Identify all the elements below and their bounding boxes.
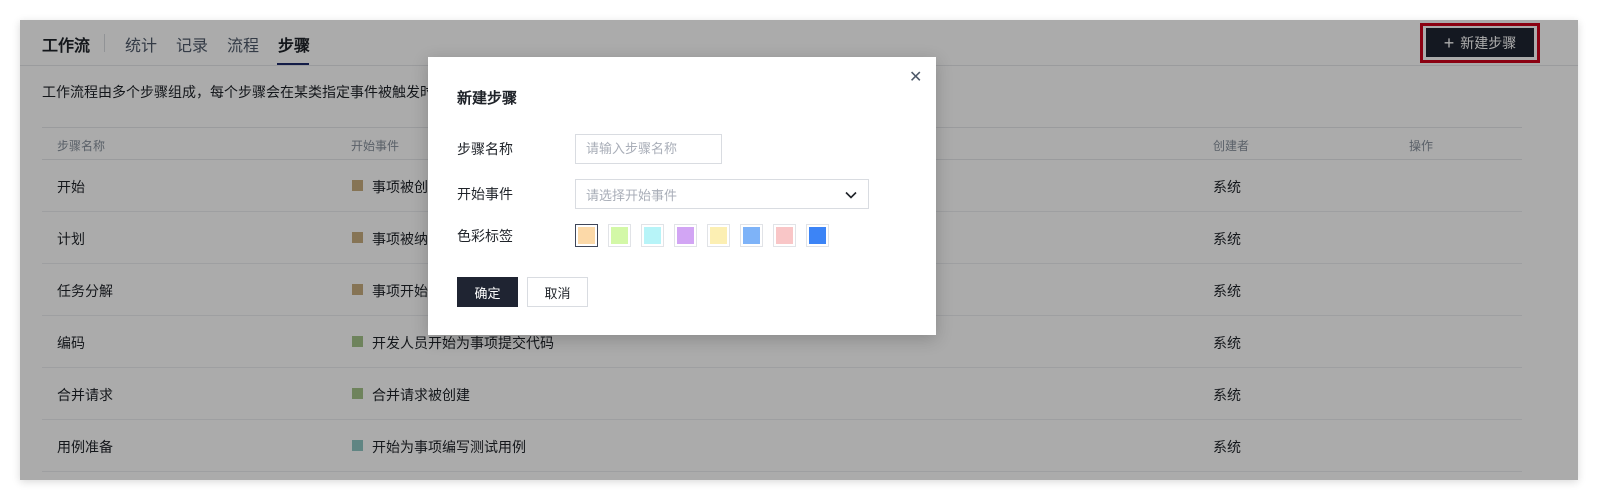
color-option[interactable]: [707, 224, 730, 247]
new-step-dialog: 新建步骤 ✕ 步骤名称 开始事件 请选择开始事件 色彩标签 确定 取消: [428, 57, 936, 335]
color-tag-label: 色彩标签: [457, 229, 513, 245]
cancel-button[interactable]: 取消: [527, 277, 588, 307]
color-option[interactable]: [641, 224, 664, 247]
close-icon[interactable]: ✕: [909, 67, 922, 86]
start-event-placeholder: 请选择开始事件: [586, 188, 678, 204]
start-event-select[interactable]: 请选择开始事件: [575, 179, 869, 209]
color-option[interactable]: [575, 224, 598, 247]
color-option[interactable]: [806, 224, 829, 247]
step-name-label: 步骤名称: [457, 142, 513, 158]
color-option[interactable]: [740, 224, 763, 247]
dialog-title: 新建步骤: [457, 89, 518, 107]
color-tag-picker: [575, 224, 829, 247]
workflow-page: 工作流 统计 记录 流程 步骤 + 新建步骤 工作流程由多个步骤组成，每个步骤会…: [20, 20, 1578, 480]
color-option[interactable]: [773, 224, 796, 247]
confirm-button[interactable]: 确定: [457, 277, 518, 307]
color-option[interactable]: [608, 224, 631, 247]
start-event-label: 开始事件: [457, 187, 513, 203]
chevron-down-icon: [845, 191, 857, 199]
step-name-input[interactable]: [575, 134, 722, 164]
color-option[interactable]: [674, 224, 697, 247]
